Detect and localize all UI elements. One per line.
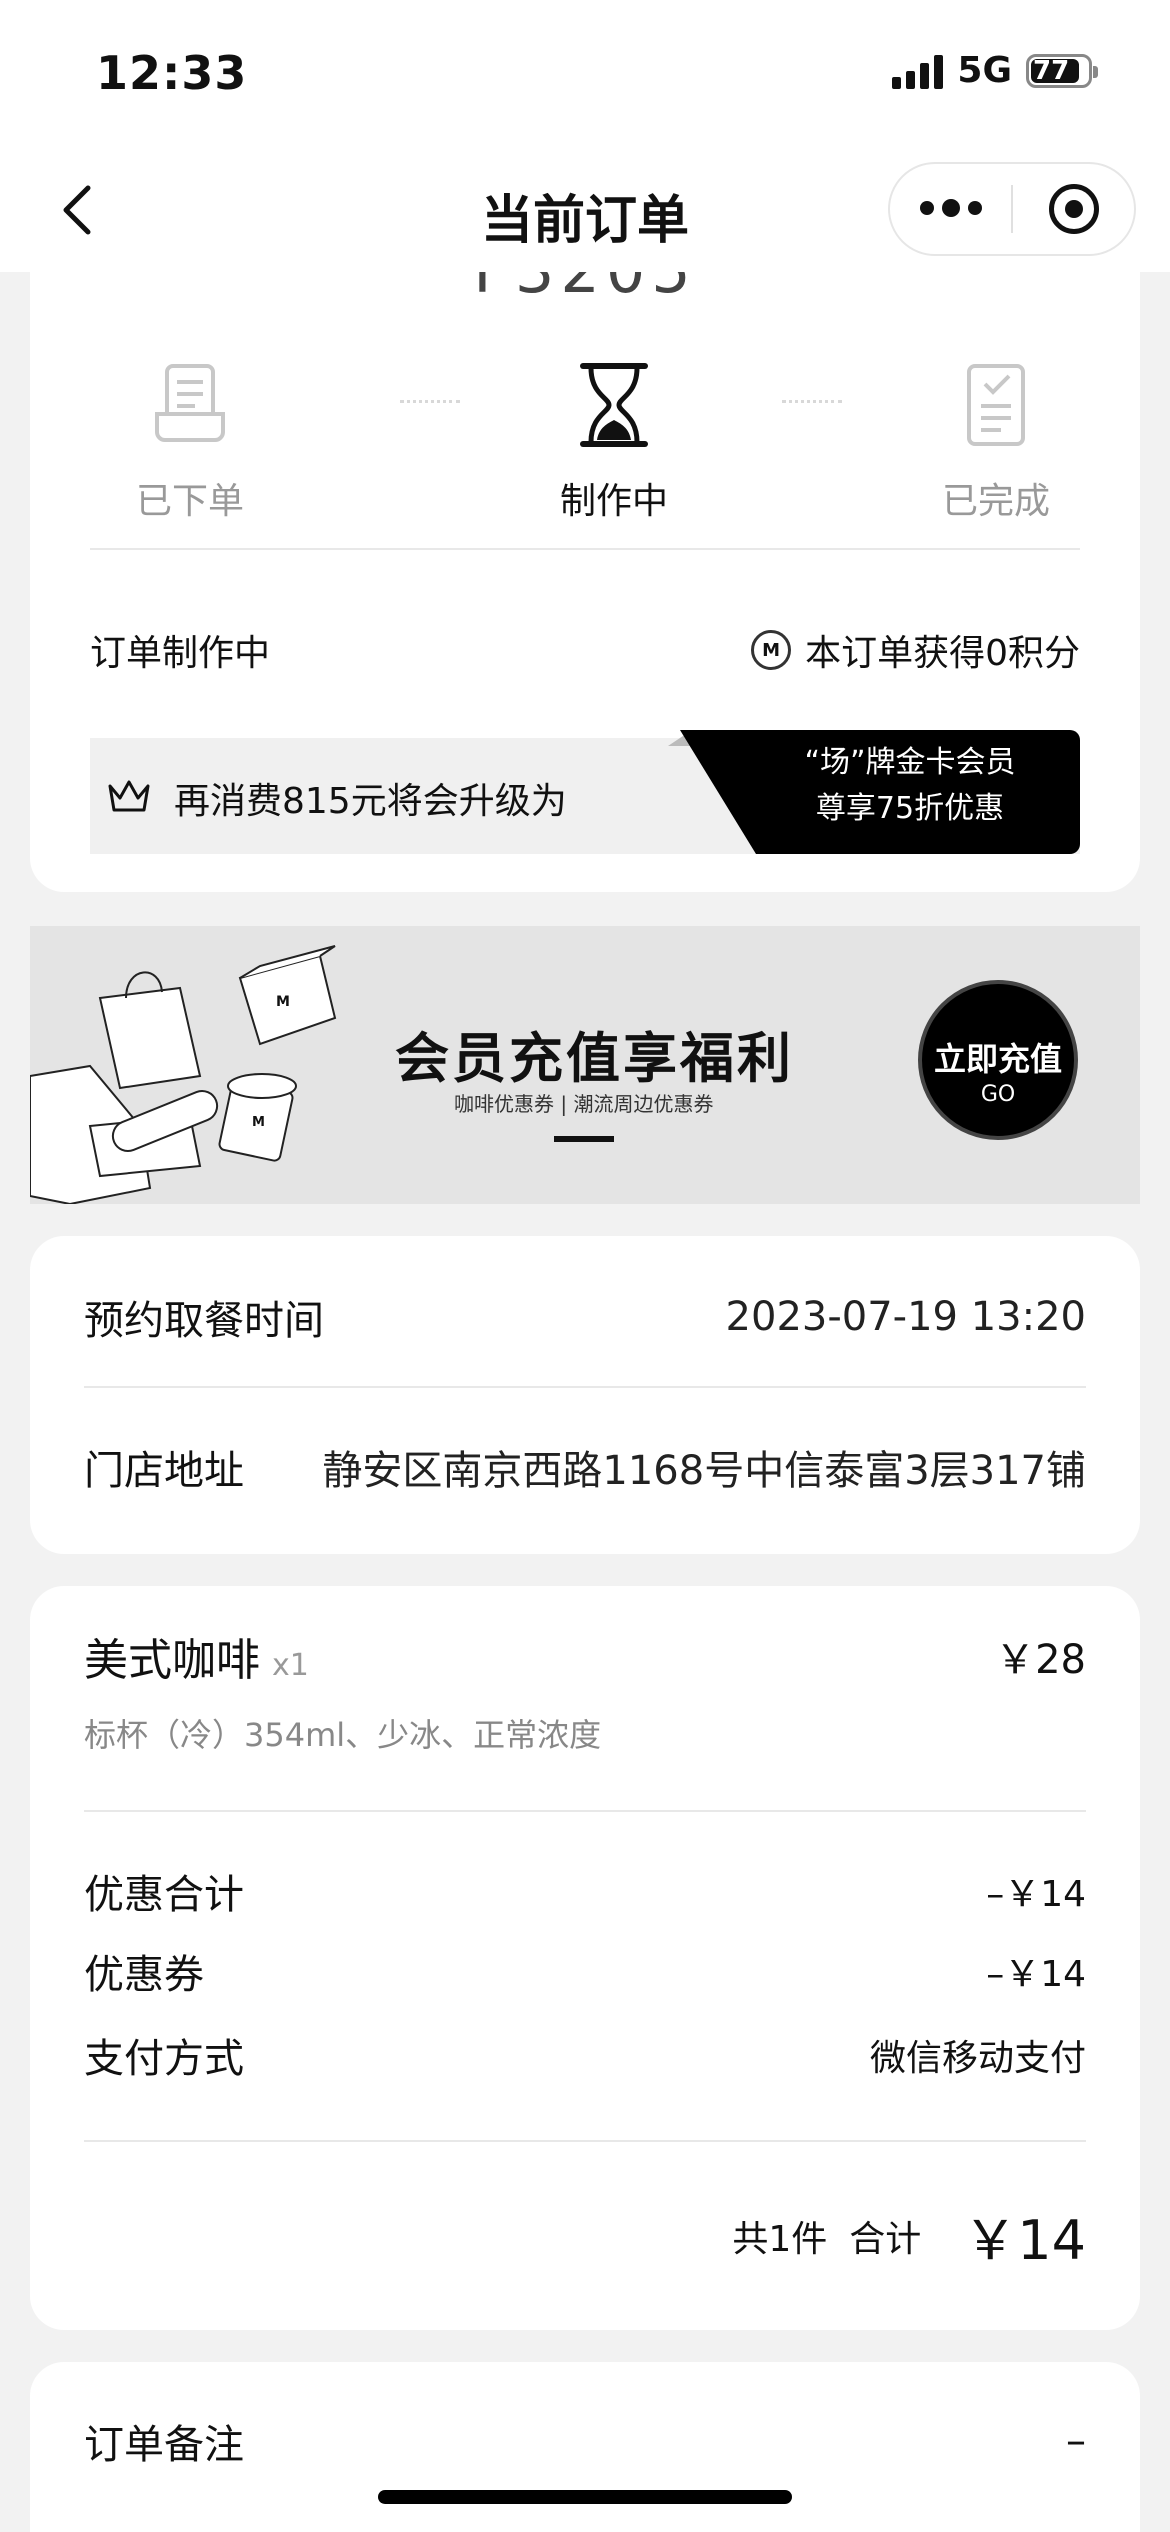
divider: [84, 1810, 1086, 1812]
store-address-label: 门店地址: [84, 1448, 244, 1494]
item-row: 美式咖啡 x1 ￥28: [84, 1624, 1086, 1688]
summary-total-label: 合计: [849, 2218, 922, 2260]
battery-icon: 77: [1026, 53, 1098, 88]
coupon-value: –￥14: [986, 1954, 1086, 1995]
order-summary-row: 共1件 合计 ￥14: [84, 2196, 1086, 2275]
summary-count: 共1件: [732, 2218, 828, 2260]
discount-total-value: –￥14: [986, 1874, 1086, 1915]
upgrade-text: 再消费815元将会升级为: [174, 781, 567, 822]
pickup-code-cutoff: F3205: [30, 272, 1140, 307]
status-time: 12:33: [96, 46, 248, 100]
step-making: 制作中: [514, 360, 714, 524]
clipboard-check-icon: [967, 364, 1025, 446]
discount-total-label: 优惠合计: [84, 1872, 244, 1918]
remarks-row: 订单备注 –: [84, 2412, 1086, 2470]
svg-text:M: M: [252, 1115, 265, 1130]
recharge-button[interactable]: 立即充值 GO: [918, 980, 1078, 1140]
order-status-row: 订单制作中 M 本订单获得0积分: [90, 624, 1080, 676]
order-items-card: 美式咖啡 x1 ￥28 标杯（冷）354ml、少冰、正常浓度 优惠合计 –￥14 …: [30, 1586, 1140, 2330]
recharge-button-label: 立即充值: [933, 1040, 1062, 1078]
discount-total-row: 优惠合计 –￥14: [84, 1862, 1086, 1920]
order-status-text: 订单制作中: [90, 633, 271, 674]
order-remarks-card: 订单备注 –: [30, 2362, 1140, 2532]
crown-icon: [108, 780, 150, 812]
gold-member-line1: “场”牌金卡会员: [804, 745, 1016, 780]
svg-text:M: M: [276, 994, 290, 1010]
divider: [84, 2140, 1086, 2142]
step-connector: [400, 400, 460, 403]
order-status-card: F3205 已下单 制作中: [30, 272, 1140, 892]
item-quantity: x1: [272, 1648, 309, 1683]
step-label: 制作中: [559, 481, 668, 522]
pickup-time-value: 2023-07-19 13:20: [725, 1294, 1086, 1340]
more-icon[interactable]: [890, 199, 1011, 217]
banner-underline: [554, 1136, 614, 1142]
nav-bar: 当前订单: [0, 150, 1170, 272]
battery-level: 77: [1033, 55, 1070, 86]
status-bar: 12:33 5G 77: [0, 0, 1170, 150]
pickup-time-row: 预约取餐时间 2023-07-19 13:20: [84, 1288, 1086, 1346]
gold-member-line2: 尊享75折优惠: [815, 791, 1005, 826]
divider: [84, 1386, 1086, 1388]
banner-title: 会员充值享福利: [395, 1027, 794, 1090]
remarks-label: 订单备注: [84, 2422, 244, 2468]
item-spec: 标杯（冷）354ml、少冰、正常浓度: [84, 1716, 602, 1754]
step-label: 已下单: [135, 481, 244, 522]
recharge-banner[interactable]: M M 会员充值享福利 咖啡优惠券 | 潮流周边优惠券 立即充值 GO: [30, 926, 1140, 1204]
points-text: 本订单获得0积分: [805, 633, 1080, 674]
points-logo-icon: M: [751, 630, 792, 670]
coupon-row: 优惠券 –￥14: [84, 1942, 1086, 2000]
divider: [90, 548, 1080, 550]
item-name: 美式咖啡: [84, 1635, 260, 1686]
merch-illustration: M M: [30, 945, 337, 1204]
step-label: 已完成: [941, 481, 1050, 522]
remarks-value: –: [1066, 2418, 1086, 2464]
signal-icon: [892, 53, 944, 89]
order-progress-steps: 已下单 制作中 已完成: [90, 360, 1080, 540]
network-type: 5G: [957, 50, 1012, 91]
points-info: M 本订单获得0积分: [751, 624, 1080, 676]
payment-method-row: 支付方式 微信移动支付: [84, 2026, 1086, 2084]
status-icons: 5G 77: [892, 50, 1098, 91]
step-completed: 已完成: [896, 360, 1096, 524]
close-target-icon[interactable]: [1013, 184, 1134, 234]
payment-method-label: 支付方式: [84, 2036, 244, 2082]
summary-total-value: ￥14: [963, 2209, 1086, 2272]
upgrade-banner[interactable]: 再消费815元将会升级为 “场”牌金卡会员 尊享75折优惠: [90, 730, 1080, 854]
pickup-time-label: 预约取餐时间: [84, 1298, 324, 1344]
coupon-label: 优惠券: [84, 1952, 204, 1998]
banner-subtitle: 咖啡优惠券 | 潮流周边优惠券: [454, 1092, 714, 1116]
pickup-info-card: 预约取餐时间 2023-07-19 13:20 门店地址 静安区南京西路1168…: [30, 1236, 1140, 1554]
gold-member-badge: “场”牌金卡会员 尊享75折优惠: [680, 730, 1080, 854]
payment-method-value: 微信移动支付: [869, 2038, 1086, 2079]
mini-program-capsule: [888, 162, 1136, 256]
step-ordered: 已下单: [90, 360, 290, 524]
step-connector: [782, 400, 842, 403]
store-address-row: 门店地址 静安区南京西路1168号中信泰富3层317铺: [84, 1438, 1086, 1496]
item-price: ￥28: [995, 1637, 1086, 1683]
receipt-icon: [155, 364, 225, 442]
hourglass-icon: [580, 363, 648, 447]
home-indicator[interactable]: [378, 2490, 792, 2504]
store-address-value: 静安区南京西路1168号中信泰富3层317铺: [322, 1448, 1086, 1494]
recharge-button-go: GO: [980, 1082, 1016, 1107]
